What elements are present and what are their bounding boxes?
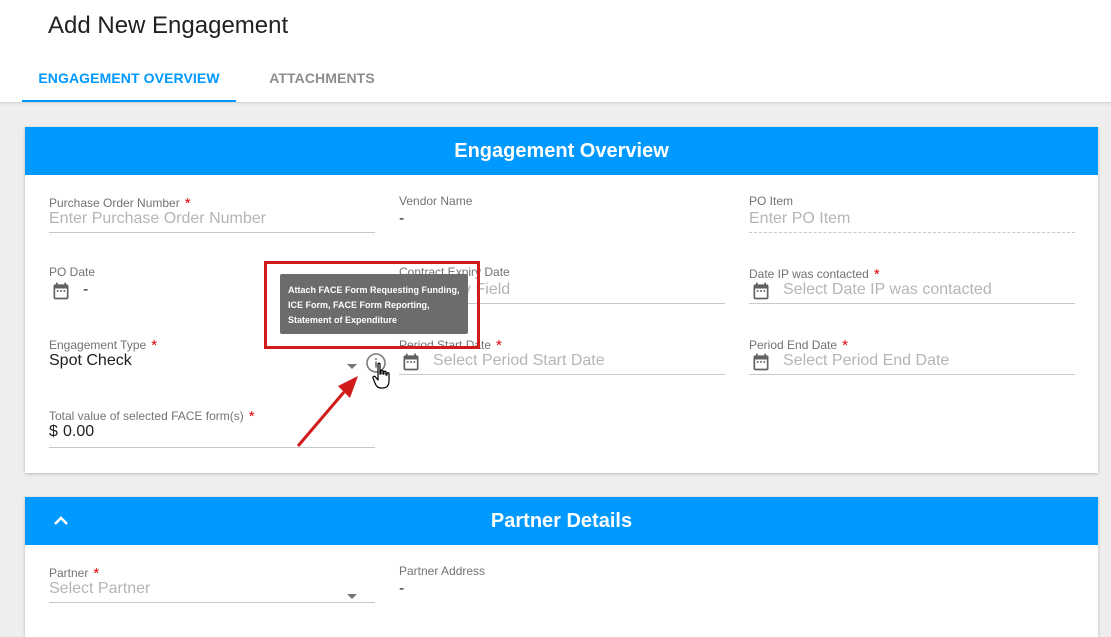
date-ip-contacted-label: Date IP was contacted bbox=[749, 267, 869, 281]
engagement-type-select[interactable]: Spot Check bbox=[49, 352, 132, 370]
chevron-up-icon[interactable] bbox=[51, 511, 71, 531]
input-underline bbox=[399, 374, 725, 375]
page-title: Add New Engagement bbox=[48, 12, 289, 39]
vendor-name-value: - bbox=[399, 210, 405, 227]
partner-details-title: Partner Details bbox=[490, 510, 633, 532]
period-end-label: Period End Date bbox=[749, 338, 838, 352]
partner-address-value: - bbox=[399, 580, 405, 597]
input-underline bbox=[749, 374, 1075, 375]
calendar-icon[interactable] bbox=[751, 281, 771, 301]
tab-engagement-overview[interactable]: ENGAGEMENT OVERVIEW bbox=[22, 60, 236, 102]
po-number-label: Purchase Order Number bbox=[49, 196, 180, 210]
face-total-label: Total value of selected FACE form(s) bbox=[49, 409, 244, 423]
po-item-input[interactable]: Enter PO Item bbox=[749, 210, 850, 228]
currency-symbol: $ bbox=[49, 423, 58, 440]
input-underline bbox=[49, 602, 375, 603]
partner-address-label: Partner Address bbox=[399, 564, 486, 578]
po-date-value: - bbox=[83, 281, 89, 298]
engagement-type-label: Engagement Type bbox=[49, 338, 147, 352]
date-ip-contacted-input[interactable]: Select Date IP was contacted bbox=[783, 281, 992, 299]
dropdown-arrow-icon[interactable] bbox=[347, 594, 357, 599]
required-marker: * bbox=[151, 337, 158, 354]
input-underline bbox=[49, 232, 375, 233]
calendar-icon[interactable] bbox=[751, 352, 771, 372]
annotation-arrow-icon bbox=[296, 376, 358, 447]
required-marker: * bbox=[248, 408, 255, 425]
partner-select[interactable]: Select Partner bbox=[49, 580, 150, 598]
calendar-icon[interactable] bbox=[401, 352, 421, 372]
partner-details-header: Partner Details bbox=[25, 497, 1098, 545]
vendor-name-label: Vendor Name bbox=[399, 194, 473, 208]
dropdown-arrow-icon[interactable] bbox=[347, 364, 357, 369]
po-number-input[interactable]: Enter Purchase Order Number bbox=[49, 210, 266, 228]
po-date-label: PO Date bbox=[49, 265, 96, 279]
annotation-highlight-box bbox=[264, 261, 480, 349]
tab-attachments[interactable]: ATTACHMENTS bbox=[256, 60, 388, 100]
input-underline bbox=[749, 232, 1075, 233]
partner-label: Partner bbox=[49, 566, 89, 580]
engagement-overview-header: Engagement Overview bbox=[25, 127, 1098, 175]
period-end-input[interactable]: Select Period End Date bbox=[783, 352, 949, 370]
period-start-input[interactable]: Select Period Start Date bbox=[433, 352, 605, 370]
calendar-icon bbox=[53, 282, 69, 300]
face-total-value: 0.00 bbox=[63, 423, 95, 440]
partner-details-card: Partner Details bbox=[25, 497, 1098, 637]
page-header: Add New Engagement ENGAGEMENT OVERVIEW A… bbox=[0, 0, 1111, 103]
po-item-label: PO Item bbox=[749, 194, 794, 208]
input-underline bbox=[749, 303, 1075, 304]
hand-cursor-icon bbox=[372, 362, 390, 389]
